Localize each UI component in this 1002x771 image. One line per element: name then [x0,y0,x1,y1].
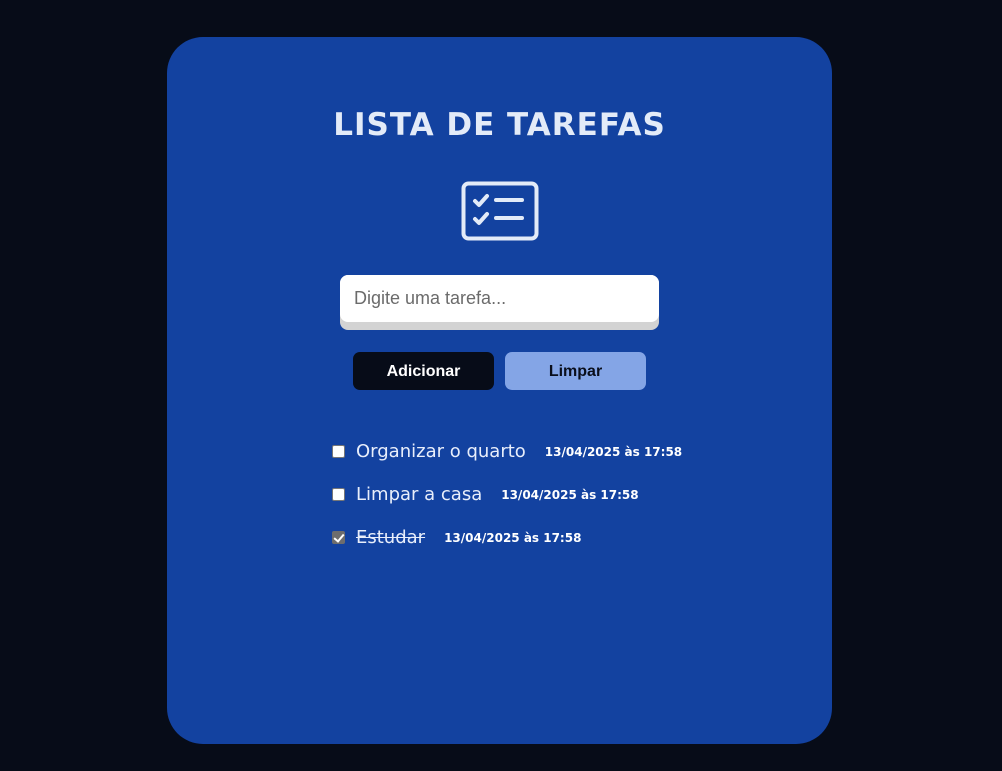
task-checkbox[interactable] [332,530,345,544]
task-checkbox[interactable] [332,487,345,501]
task-date: 13/04/2025 às 17:58 [544,444,683,459]
task-text: Limpar a casa [356,484,483,505]
task-text: Estudar [356,527,426,548]
task-text: Organizar o quarto [356,441,526,462]
task-date: 13/04/2025 às 17:58 [444,530,582,545]
clear-button[interactable]: Limpar [505,352,646,390]
page-title: LISTA DE TAREFAS [333,107,666,143]
task-item: Organizar o quarto 13/04/2025 às 17:58 [332,430,812,473]
add-button[interactable]: Adicionar [353,352,494,390]
task-list: Organizar o quarto 13/04/2025 às 17:58 L… [332,430,812,559]
task-input[interactable] [340,275,659,322]
task-item: Limpar a casa 13/04/2025 às 17:58 [332,473,812,516]
task-checkbox[interactable] [332,444,345,458]
todo-card: LISTA DE TAREFAS Adicionar Limpar Organi… [167,37,832,744]
task-item: Estudar 13/04/2025 às 17:58 [332,516,812,559]
task-date: 13/04/2025 às 17:58 [501,487,639,502]
task-input-wrapper [340,275,659,330]
checklist-icon [461,181,539,241]
